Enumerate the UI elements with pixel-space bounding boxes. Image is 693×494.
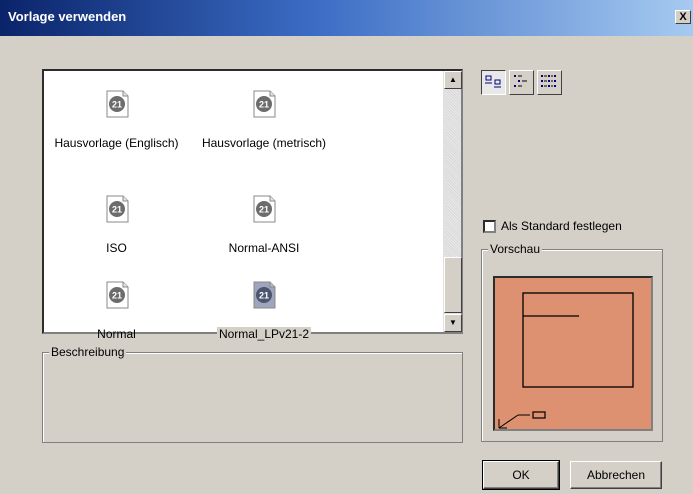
template-icon-glyph: 21	[259, 100, 269, 110]
template-item[interactable]: 21 Normal_LPv21-2	[204, 281, 324, 341]
template-file-icon: 21	[104, 195, 130, 223]
view-details-button[interactable]	[537, 70, 562, 95]
template-icon-glyph: 21	[111, 205, 121, 215]
template-file-icon: 21	[251, 195, 277, 223]
vertical-scrollbar[interactable]: ▲ ▼	[443, 71, 462, 332]
view-large-icons-button[interactable]	[481, 70, 506, 95]
template-file-icon: 21	[251, 90, 277, 118]
scroll-up-arrow-icon: ▲	[449, 75, 457, 84]
large-icons-view-icon	[485, 75, 501, 88]
scroll-down-button[interactable]: ▼	[444, 314, 462, 332]
cancel-button[interactable]: Abbrechen	[570, 461, 662, 489]
template-file-icon: 21	[251, 281, 277, 309]
description-group-label: Beschreibung	[49, 345, 127, 359]
ok-button[interactable]: OK	[482, 460, 560, 490]
template-file-icon: 21	[104, 281, 130, 309]
template-item[interactable]: 21 Hausvorlage (Englisch)	[44, 90, 189, 150]
preview-group-label: Vorschau	[488, 242, 543, 256]
template-item-label: Hausvorlage (metrisch)	[201, 136, 327, 150]
preview-canvas	[493, 276, 653, 431]
details-view-icon	[541, 75, 556, 87]
template-file-icon: 21	[104, 90, 130, 118]
window-title: Vorlage verwenden	[8, 9, 127, 24]
template-icon-glyph: 21	[259, 205, 269, 215]
close-button[interactable]: X	[675, 10, 691, 24]
template-item[interactable]: 21 Hausvorlage (metrisch)	[189, 90, 339, 150]
default-checkbox[interactable]	[483, 220, 496, 233]
scroll-thumb[interactable]	[444, 257, 462, 313]
scroll-down-arrow-icon: ▼	[449, 318, 457, 327]
close-icon: X	[679, 11, 687, 23]
template-items-area: 21 Hausvorlage (Englisch) 21 Hausvorlage (m…	[44, 71, 443, 341]
template-item-label: Normal	[97, 327, 136, 341]
template-dialog: Vorlage verwenden X 21 Hausvorlage (Engli…	[0, 0, 693, 494]
template-item-label: Normal-ANSI	[228, 241, 300, 255]
template-item[interactable]: 21 Normal-ANSI	[209, 195, 319, 255]
template-icon-glyph: 21	[259, 291, 269, 301]
template-item[interactable]: 21 Normal	[79, 281, 154, 341]
title-bar[interactable]: Vorlage verwenden X	[0, 0, 693, 36]
template-item-label: Normal_LPv21-2	[216, 327, 312, 341]
template-item-label: Hausvorlage (Englisch)	[54, 136, 179, 150]
list-view-icon	[514, 75, 527, 87]
template-item-label: ISO	[106, 241, 127, 255]
default-checkbox-label: Als Standard festlegen	[501, 219, 622, 233]
template-icon-glyph: 21	[111, 291, 121, 301]
preview-drawing	[498, 292, 634, 429]
template-icon-glyph: 21	[111, 100, 121, 110]
scroll-up-button[interactable]: ▲	[444, 71, 462, 89]
template-list[interactable]: 21 Hausvorlage (Englisch) 21 Hausvorlage (m…	[42, 69, 463, 341]
description-group: Beschreibung	[42, 345, 463, 443]
template-item[interactable]: 21 ISO	[79, 195, 154, 255]
view-list-button[interactable]	[509, 70, 534, 95]
